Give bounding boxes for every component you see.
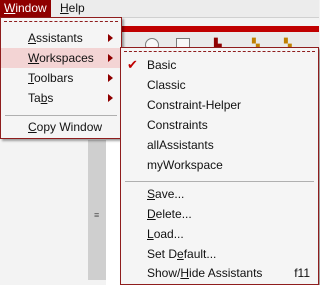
label-rest: elete... <box>155 207 192 221</box>
label-rest: opy Window <box>36 120 103 134</box>
workspace-label: myWorkspace <box>147 158 223 172</box>
workspace-label: Classic <box>147 78 186 92</box>
menu-item-assistants-label: Assistants <box>28 28 83 48</box>
mnemonic: S <box>147 187 156 201</box>
menu-item-tabs[interactable]: Tabs <box>1 88 121 108</box>
action-label: Load... <box>147 224 184 244</box>
tearoff-line[interactable] <box>124 51 315 52</box>
menu-item-assistants[interactable]: Assistants <box>1 28 121 48</box>
submenu-arrow-icon <box>108 74 113 82</box>
action-label: Set Default... <box>147 244 216 264</box>
menu-item-copy-window[interactable]: Copy Window <box>1 117 121 137</box>
menubar-help-mnemonic: H <box>60 1 69 15</box>
menu-item-workspaces-label: Workspaces <box>28 48 94 68</box>
menu-separator <box>125 181 314 182</box>
window-menu: Assistants Workspaces Toolbars Tabs Copy… <box>0 17 122 139</box>
menu-separator <box>5 115 117 116</box>
workspace-item-constraint-helper[interactable]: Constraint-Helper <box>121 95 318 115</box>
label-pre: Set D <box>147 247 178 261</box>
menubar-help-rest: elp <box>68 1 85 15</box>
action-label: Show/Hide Assistants <box>147 263 262 283</box>
submenu-arrow-icon <box>108 94 113 102</box>
mnemonic: D <box>147 207 156 221</box>
menu-item-toolbars-label: Toolbars <box>28 68 73 88</box>
mnemonic: H <box>180 266 190 280</box>
workspace-item-basic[interactable]: ✔ Basic <box>121 55 318 75</box>
label-rest: ssistants <box>36 31 83 45</box>
workspace-label: Constraint-Helper <box>147 98 242 112</box>
splitter-grip-icon[interactable]: ≡ <box>94 210 99 220</box>
submenu-arrow-icon <box>108 34 113 42</box>
workspace-action-load[interactable]: Load... <box>121 224 318 244</box>
label-rest: orkspaces <box>39 51 94 65</box>
mnemonic: L <box>147 227 154 241</box>
label-rest: oad... <box>153 227 184 241</box>
mnemonic: W <box>28 51 40 65</box>
workspace-item-classic[interactable]: Classic <box>121 75 318 95</box>
action-label: Save... <box>147 184 184 204</box>
action-label: Delete... <box>147 204 192 224</box>
mnemonic: e <box>177 247 184 261</box>
check-icon: ✔ <box>127 57 138 72</box>
workspace-label: allAssistants <box>147 138 214 152</box>
workspace-item-myworkspace[interactable]: myWorkspace <box>121 155 318 175</box>
label-pre: Show/ <box>147 266 181 280</box>
shortcut-label: f11 <box>294 266 310 280</box>
menubar: Window Help <box>0 0 319 18</box>
menubar-window-mnemonic: W <box>4 1 16 15</box>
menubar-window[interactable]: Window <box>0 0 51 17</box>
workspace-action-save[interactable]: Save... <box>121 184 318 204</box>
workspace-item-constraints[interactable]: Constraints <box>121 115 318 135</box>
label-rest: fault... <box>183 247 217 261</box>
workspace-action-set-default[interactable]: Set Default... <box>121 244 318 264</box>
label-pre: Ta <box>28 91 41 105</box>
submenu-arrow-icon <box>108 54 113 62</box>
tearoff-line[interactable] <box>4 21 118 22</box>
menubar-window-rest: indow <box>15 1 47 15</box>
label-rest: s <box>47 91 54 105</box>
workspace-item-allassistants[interactable]: allAssistants <box>121 135 318 155</box>
menubar-help[interactable]: Help <box>56 0 89 17</box>
canvas-area <box>106 140 120 285</box>
workspace-label: Basic <box>147 58 177 72</box>
menu-item-copy-window-label: Copy Window <box>28 117 102 137</box>
label-rest: ave... <box>155 187 185 201</box>
menu-item-toolbars[interactable]: Toolbars <box>1 68 121 88</box>
label-rest: oolbars <box>34 71 74 85</box>
menu-item-tabs-label: Tabs <box>28 88 53 108</box>
workspace-label: Constraints <box>147 118 208 132</box>
workspaces-submenu: ✔ Basic Classic Constraint-Helper Constr… <box>120 47 319 285</box>
mnemonic: A <box>28 31 37 45</box>
mnemonic: C <box>28 120 37 134</box>
label-rest: ide Assistants <box>189 266 263 280</box>
workspace-action-show-hide-assistants[interactable]: Show/Hide Assistants f11 <box>121 263 318 283</box>
workspace-action-delete[interactable]: Delete... <box>121 204 318 224</box>
menu-item-workspaces[interactable]: Workspaces <box>1 48 121 68</box>
